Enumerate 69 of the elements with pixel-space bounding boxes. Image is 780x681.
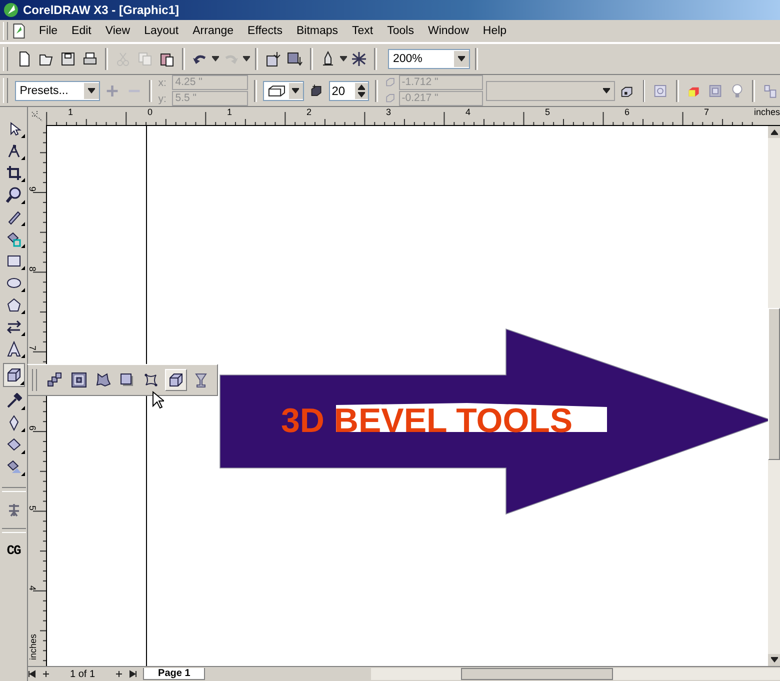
document-icon[interactable] <box>12 22 26 40</box>
menu-item[interactable]: Bitmaps <box>291 25 348 37</box>
spin-down-icon[interactable] <box>358 92 365 98</box>
bevel-text[interactable]: 3D BEVEL TOOLS <box>281 402 573 440</box>
menu-item[interactable]: File <box>34 25 67 37</box>
dropdown-arrow-icon[interactable] <box>212 56 219 62</box>
page-count: 1 of 1 <box>69 668 96 680</box>
dropdown-arrow-icon[interactable] <box>458 56 465 62</box>
ruler-label: 9 <box>28 186 38 192</box>
dropdown-arrow-icon[interactable] <box>292 88 300 94</box>
ruler-label: 5 <box>545 107 550 117</box>
ruler-label: 3 <box>386 107 392 117</box>
light-bulb-icon[interactable] <box>730 82 744 98</box>
ruler-label: 7 <box>704 107 710 117</box>
zoom-combo[interactable]: 200% <box>388 49 470 69</box>
menu-item[interactable]: Edit <box>66 25 100 37</box>
ruler-label: 0 <box>148 107 153 117</box>
ruler-label: 1 <box>227 107 232 117</box>
dropdown-arrow-icon[interactable] <box>243 56 250 62</box>
scrollbar-thumb[interactable] <box>768 308 780 460</box>
ruler-label: 6 <box>28 426 38 431</box>
drawing-canvas[interactable]: 3D BEVEL TOOLS <box>47 126 768 666</box>
cg-label[interactable]: CG <box>6 543 20 558</box>
rotation-icon[interactable] <box>653 82 668 98</box>
add-page-icon[interactable] <box>115 670 124 678</box>
contour-icon[interactable] <box>69 370 89 390</box>
window-title: CorelDRAW X3 - [Graphic1] <box>23 3 180 17</box>
menu-item[interactable]: Arrange <box>188 25 243 37</box>
ruler-unit-label: inches <box>752 107 780 117</box>
menu-item[interactable]: View <box>100 25 140 37</box>
add-page-icon[interactable] <box>42 670 50 678</box>
app-logo-icon <box>3 2 19 18</box>
page-tab[interactable]: Page 1 <box>143 668 206 680</box>
scroll-up-icon[interactable] <box>770 129 778 135</box>
menu-item[interactable]: Effects <box>242 25 292 37</box>
extrude-box-icon <box>267 84 287 98</box>
ruler-label: 6 <box>624 107 630 117</box>
ruler-unit-label: inches <box>28 634 38 660</box>
horizontal-scrollbar[interactable] <box>371 668 780 680</box>
ruler-label: 1 <box>68 107 74 117</box>
extrude-type-combo[interactable] <box>263 80 304 100</box>
vertical-scrollbar[interactable] <box>768 126 780 666</box>
menu-item[interactable]: Tools <box>382 25 423 37</box>
presets-combo[interactable]: Presets... <box>14 80 100 100</box>
ruler-label: 4 <box>466 107 471 117</box>
x-label: x: <box>158 76 168 88</box>
spin-up-icon[interactable] <box>358 84 365 90</box>
ruler-label: 8 <box>28 266 38 272</box>
last-page-icon[interactable] <box>129 670 138 678</box>
menu-item[interactable]: Window <box>422 25 478 37</box>
dropdown-arrow-icon[interactable] <box>603 88 610 94</box>
scroll-down-icon[interactable] <box>770 657 778 663</box>
ruler-label: 5 <box>28 505 38 510</box>
menu-item[interactable]: Text <box>347 25 382 37</box>
dropdown-arrow-icon[interactable] <box>88 88 96 94</box>
depth-spinner[interactable]: 20 <box>328 80 369 100</box>
first-page-icon[interactable] <box>28 670 36 678</box>
dropdown-arrow-icon[interactable] <box>340 56 347 62</box>
y-label: y: <box>158 92 168 104</box>
ruler-label: 2 <box>306 107 312 117</box>
depth-cube-icon <box>309 82 324 98</box>
bevel-icon[interactable] <box>708 82 723 98</box>
ruler-label: 7 <box>28 346 38 351</box>
cube-icon[interactable] <box>2 363 24 387</box>
copy-properties-icon[interactable] <box>763 82 778 98</box>
menu-item[interactable]: Layout <box>139 25 188 37</box>
ruler-label: 4 <box>28 585 38 590</box>
online-icon[interactable] <box>349 49 369 69</box>
menu-item[interactable]: Help <box>478 25 516 37</box>
